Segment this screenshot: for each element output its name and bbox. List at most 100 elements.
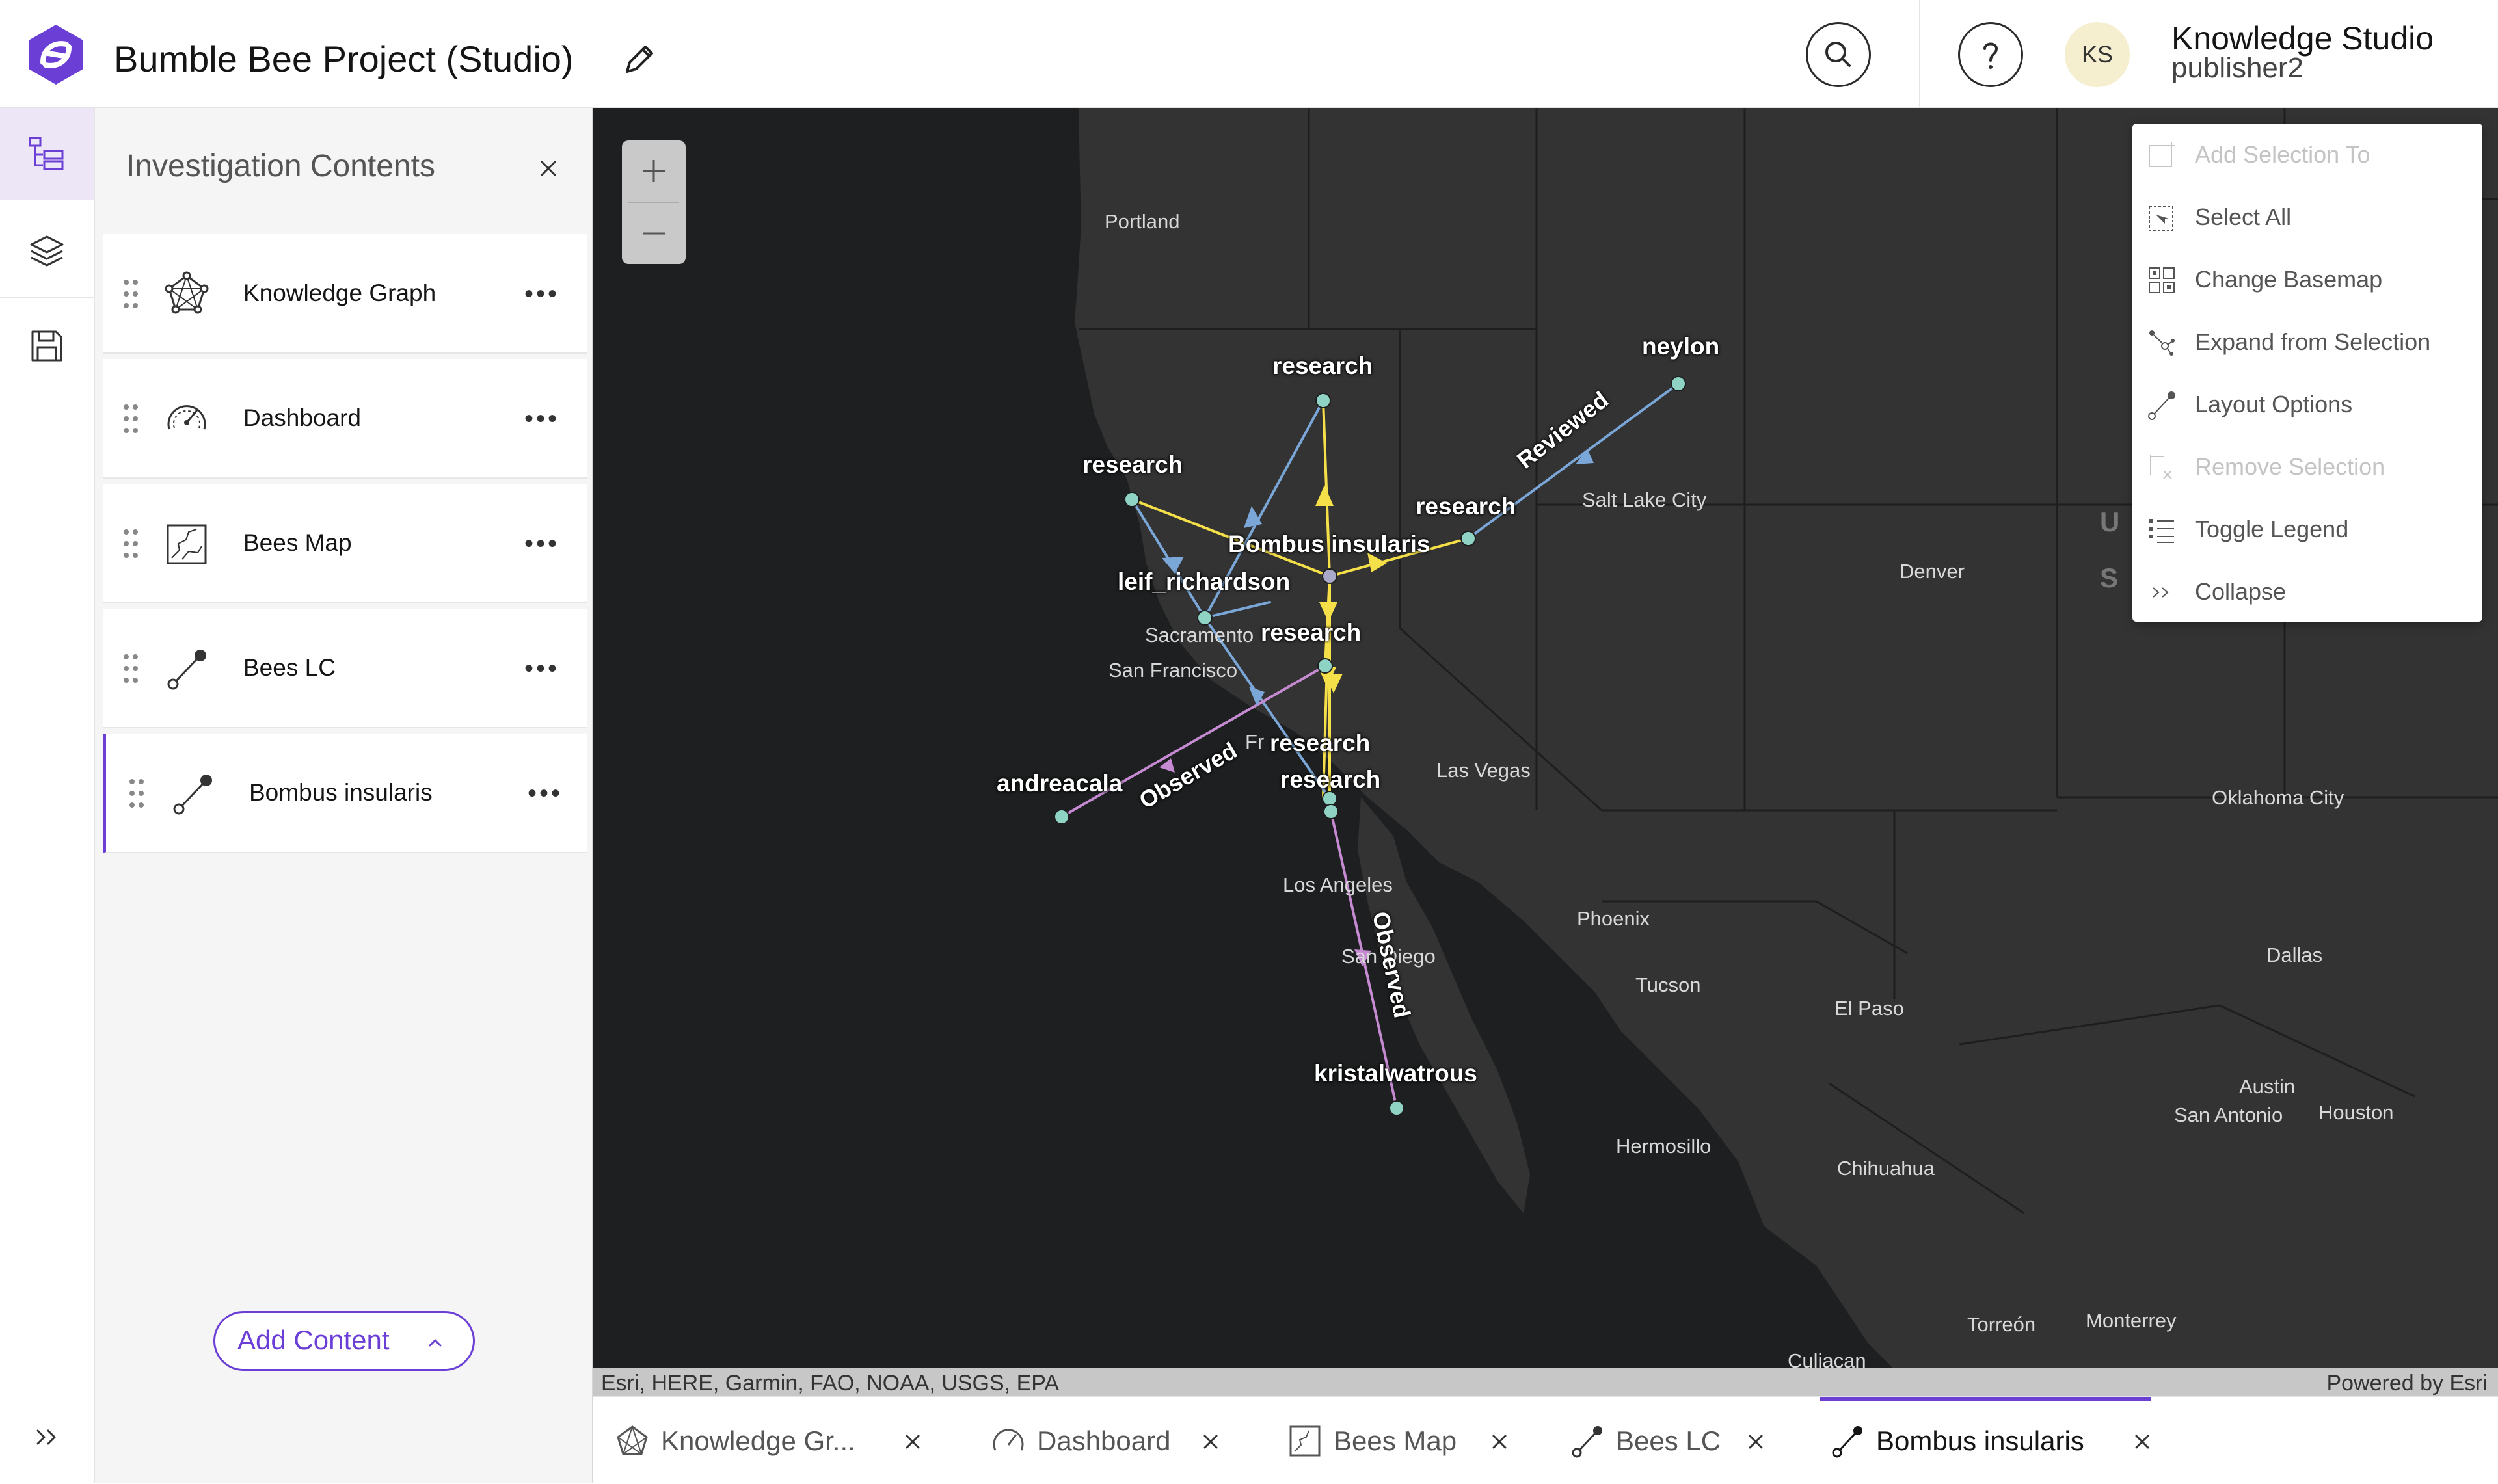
zoom-in-button[interactable]	[622, 140, 686, 202]
city-label: Sacramento	[1145, 624, 1254, 646]
more-options-icon[interactable]: •••	[524, 406, 563, 432]
drag-handle-icon[interactable]	[121, 277, 141, 311]
dashboard-icon	[993, 1429, 1024, 1451]
tab-bees-map[interactable]: Bees Map	[1287, 1397, 1553, 1484]
node-label[interactable]: andreacala	[997, 770, 1122, 797]
panel-title: Investigation Contents	[126, 149, 435, 183]
tab-bombus-insularis[interactable]: Bombus insularis	[1820, 1397, 2151, 1484]
tab-knowledge-graph[interactable]: Knowledge Gr...	[614, 1397, 952, 1484]
powered-by-text[interactable]: Powered by Esri	[2326, 1371, 2488, 1396]
content-item-knowledge-graph[interactable]: Knowledge Graph •••	[103, 234, 587, 354]
content-item-bees-lc[interactable]: Bees LC •••	[103, 609, 587, 728]
document-tabs: Knowledge Gr... Dashboard Bees Map Bees	[593, 1396, 2498, 1483]
chevrons-right-icon[interactable]	[26, 1416, 68, 1458]
select-all-icon	[2149, 206, 2173, 231]
user-id[interactable]: publisher2	[2171, 52, 2303, 85]
content-item-bees-map[interactable]: Bees Map •••	[103, 484, 587, 603]
node-label[interactable]: research	[1261, 619, 1361, 646]
city-label: Los Angeles	[1283, 873, 1393, 896]
content-item-label: Dashboard	[243, 404, 362, 431]
content-item-bombus-insularis[interactable]: Bombus insularis •••	[103, 734, 587, 853]
menu-item-collapse[interactable]: Collapse	[2132, 561, 2482, 623]
close-icon[interactable]	[1200, 1431, 1222, 1453]
search-icon	[1825, 42, 1851, 67]
panel-header: Investigation Contents	[95, 108, 592, 225]
city-label: Monterrey	[2086, 1309, 2177, 1332]
add-content-label: Add Content	[237, 1325, 390, 1355]
link-chart-icon	[1572, 1426, 1602, 1458]
content-item-label: Knowledge Graph	[243, 280, 436, 306]
drag-handle-icon[interactable]	[121, 652, 141, 685]
help-button[interactable]	[1958, 22, 2023, 87]
drag-handle-icon[interactable]	[127, 776, 146, 810]
menu-item-label: Collapse	[2195, 578, 2287, 605]
map-icon	[167, 524, 207, 564]
left-rail	[0, 108, 95, 1483]
menu-item-layout-options[interactable]: Layout Options	[2132, 373, 2482, 436]
node-label[interactable]: research	[1270, 730, 1370, 757]
more-options-icon[interactable]: •••	[524, 656, 563, 682]
close-icon[interactable]	[1488, 1431, 1511, 1453]
node-label[interactable]: research	[1272, 352, 1373, 380]
node-label[interactable]: neylon	[1642, 333, 1719, 360]
node-label[interactable]: research	[1416, 493, 1516, 520]
menu-item-change-basemap[interactable]: Change Basemap	[2132, 248, 2482, 311]
content-item-label: Bees LC	[243, 654, 336, 681]
rail-contents-button[interactable]	[0, 108, 94, 200]
menu-item-remove-selection[interactable]: Remove Selection	[2132, 436, 2482, 498]
edit-title-icon[interactable]	[618, 40, 658, 81]
menu-item-select-all[interactable]: Select All	[2132, 186, 2482, 248]
city-label: Hermosillo	[1616, 1135, 1712, 1158]
minus-icon	[643, 232, 665, 235]
link-chart-icon	[173, 775, 212, 815]
app-header: Bumble Bee Project (Studio) KS Knowledge…	[0, 0, 2498, 108]
menu-item-label: Change Basemap	[2195, 266, 2383, 293]
city-label: Torreón	[1967, 1313, 2036, 1336]
node-label[interactable]: kristalwatrous	[1314, 1060, 1477, 1087]
node-label[interactable]: research	[1082, 451, 1183, 479]
investigation-contents-panel: Investigation Contents Knowledge Graph •…	[95, 108, 593, 1483]
city-label: San Antonio	[2174, 1104, 2283, 1126]
more-options-icon[interactable]: •••	[524, 531, 563, 557]
tab-label: Bombus insularis	[1876, 1425, 2084, 1456]
link-chart-icon	[1832, 1426, 1862, 1458]
map-icon	[1289, 1425, 1321, 1457]
region-label: S	[2100, 563, 2119, 593]
rail-save-button[interactable]	[0, 299, 94, 391]
node-label[interactable]: Bombus insularis	[1228, 531, 1430, 558]
close-icon[interactable]	[532, 152, 565, 185]
close-icon[interactable]	[1745, 1431, 1767, 1453]
search-button[interactable]	[1806, 22, 1871, 87]
plus-icon	[643, 160, 665, 182]
expand-icon	[2149, 330, 2175, 356]
zoom-out-button[interactable]	[622, 203, 686, 264]
region-label: U	[2100, 507, 2120, 537]
menu-item-add-selection-to[interactable]: Add Selection To	[2132, 124, 2482, 186]
menu-item-expand-from-selection[interactable]: Expand from Selection	[2132, 311, 2482, 373]
app-logo-icon[interactable]	[23, 22, 88, 87]
more-options-icon[interactable]: •••	[528, 780, 567, 806]
attribution-text[interactable]: Esri, HERE, Garmin, FAO, NOAA, USGS, EPA	[601, 1371, 1059, 1396]
city-label: Salt Lake City	[1582, 488, 1707, 511]
layout-icon	[2148, 391, 2175, 420]
rail-layers-button[interactable]	[0, 204, 94, 297]
close-icon[interactable]	[2131, 1431, 2153, 1453]
content-item-dashboard[interactable]: Dashboard •••	[103, 359, 587, 479]
dashboard-icon	[167, 405, 206, 430]
menu-item-toggle-legend[interactable]: Toggle Legend	[2132, 498, 2482, 561]
menu-item-label: Expand from Selection	[2195, 328, 2431, 355]
node-label[interactable]: research	[1280, 766, 1380, 793]
tab-label: Bees Map	[1334, 1425, 1457, 1456]
drag-handle-icon[interactable]	[121, 402, 141, 436]
drag-handle-icon[interactable]	[121, 527, 141, 561]
more-options-icon[interactable]: •••	[524, 281, 563, 307]
node-label[interactable]: leif_richardson	[1118, 568, 1290, 596]
rail-divider	[0, 297, 94, 298]
avatar[interactable]: KS	[2065, 22, 2130, 87]
tab-bees-lc[interactable]: Bees LC	[1569, 1397, 1829, 1484]
tab-label: Dashboard	[1037, 1425, 1171, 1456]
add-content-button[interactable]: Add Content	[213, 1311, 475, 1371]
tab-dashboard[interactable]: Dashboard	[990, 1397, 1270, 1484]
menu-item-label: Layout Options	[2195, 391, 2353, 417]
close-icon[interactable]	[902, 1431, 924, 1453]
